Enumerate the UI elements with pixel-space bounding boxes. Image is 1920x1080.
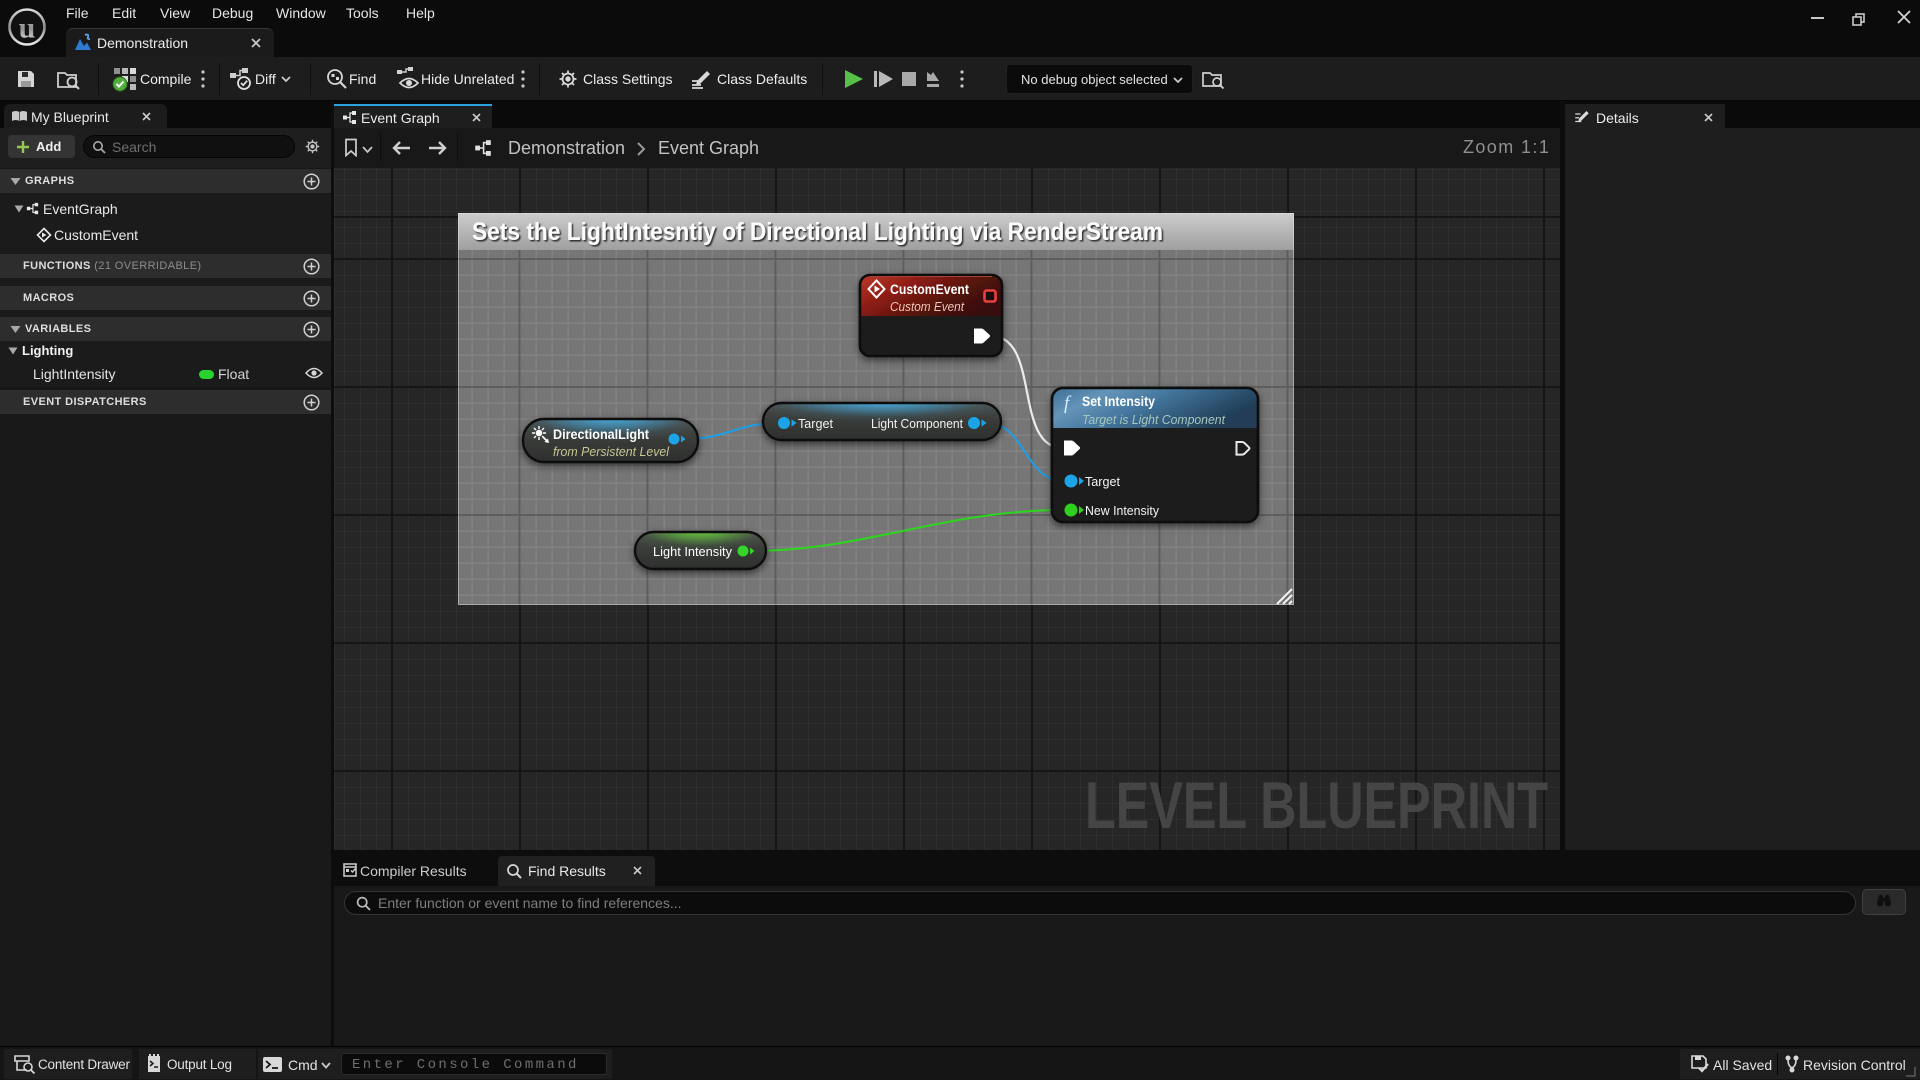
svg-text:Target is Light Component: Target is Light Component [1082, 412, 1226, 427]
svg-text:from Persistent Level: from Persistent Level [553, 444, 670, 459]
svg-text:LEVEL BLUEPRINT: LEVEL BLUEPRINT [1085, 768, 1548, 842]
svg-text:Target: Target [1085, 474, 1120, 489]
svg-text:Light Intensity: Light Intensity [653, 544, 732, 559]
svg-text:DirectionalLight: DirectionalLight [553, 426, 649, 442]
svg-text:u: u [19, 12, 36, 45]
svg-text:Custom Event: Custom Event [890, 299, 965, 314]
svg-text:Light Component: Light Component [871, 416, 963, 431]
svg-text:CustomEvent: CustomEvent [890, 281, 969, 297]
svg-text:Sets the LightIntesntiy of Dir: Sets the LightIntesntiy of Directional L… [472, 218, 1163, 246]
svg-text:New Intensity: New Intensity [1085, 503, 1159, 518]
svg-text:Set Intensity: Set Intensity [1082, 393, 1155, 409]
svg-text:Target: Target [798, 416, 833, 431]
